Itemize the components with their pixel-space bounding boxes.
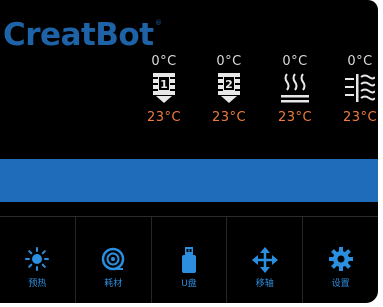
target-temp: 0°C [347, 54, 373, 69]
nozzle-1-icon: 1 [151, 72, 177, 108]
printer-screen: CreatBot ® 0°C 1 23°C 0°C 2 23°C 0°C 23°… [0, 0, 378, 303]
menu-settings[interactable]: 设置 [303, 217, 378, 303]
move-arrows-icon [251, 247, 278, 277]
usb-drive-icon [181, 247, 197, 277]
nozzle-badge: 1 [160, 78, 168, 91]
creatbot-logo: CreatBot ® [3, 17, 162, 53]
current-temp: 23°C [211, 110, 247, 125]
menu-label: 设置 [331, 279, 350, 289]
current-temp: 23°C [277, 110, 313, 125]
menu-move[interactable]: 移轴 [227, 217, 304, 303]
target-temp: 0°C [282, 54, 308, 69]
menu-label: 移轴 [255, 279, 274, 289]
sun-icon [25, 247, 50, 275]
nozzle-2-icon: 2 [216, 72, 242, 108]
heated-bed-icon [280, 72, 310, 108]
current-temp: 23°C [146, 110, 182, 125]
nozzle-badge: 2 [225, 78, 233, 91]
gear-icon [328, 247, 353, 275]
menu-filament[interactable]: 耗材 [76, 217, 152, 303]
chamber-heat-icon [345, 72, 376, 108]
target-temp: 0°C [216, 54, 242, 69]
bottom-menu: 预热 耗材 U盘 移轴 设置 [0, 217, 378, 303]
status-bar [0, 159, 378, 202]
menu-label: U盘 [181, 279, 197, 289]
menu-label: 预热 [28, 279, 47, 289]
registered-mark: ® [155, 19, 162, 27]
current-temp: 23°C [342, 110, 378, 125]
menu-preheat[interactable]: 预热 [0, 217, 76, 303]
logo-text: CreatBot [3, 17, 154, 53]
filament-spool-icon [101, 247, 125, 275]
target-temp: 0°C [151, 54, 177, 69]
menu-usb[interactable]: U盘 [152, 217, 228, 303]
menu-label: 耗材 [104, 279, 123, 289]
